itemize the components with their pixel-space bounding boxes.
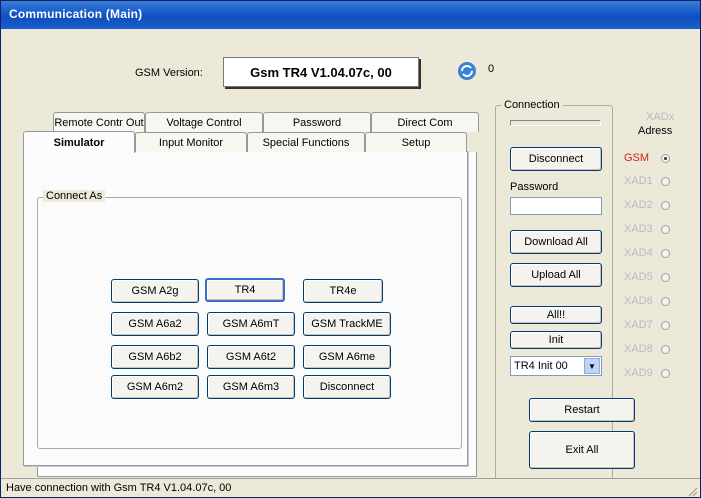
password-input[interactable] xyxy=(510,197,602,215)
gsm-a6b2-button[interactable]: GSM A6b2 xyxy=(111,345,199,369)
xad-label-xad9: XAD9 xyxy=(624,367,653,379)
title-bar[interactable]: Communication (Main) xyxy=(1,1,700,29)
tab-label: Direct Com xyxy=(397,116,453,129)
radio-xad5[interactable] xyxy=(661,273,670,282)
tab-remote-contr-out[interactable]: Remote Contr Out xyxy=(53,112,145,132)
tab-label: Remote Contr Out xyxy=(54,116,144,129)
connect-as-label: Connect As xyxy=(43,190,106,202)
gsm-a6t2-button[interactable]: GSM A6t2 xyxy=(207,345,295,369)
gsm-a6m3-button[interactable]: GSM A6m3 xyxy=(207,375,295,399)
radio-xad6[interactable] xyxy=(661,297,670,306)
tr4e-button[interactable]: TR4e xyxy=(303,279,383,303)
gsm-a6mt-button[interactable]: GSM A6mT xyxy=(207,312,295,336)
xad-label-xad6: XAD6 xyxy=(624,295,653,307)
gsm-a6me-button[interactable]: GSM A6me xyxy=(303,345,391,369)
refresh-icon[interactable] xyxy=(456,60,478,82)
radio-xad9[interactable] xyxy=(661,369,670,378)
gsm-a6a2-button[interactable]: GSM A6a2 xyxy=(111,312,199,336)
download-all-button[interactable]: Download All xyxy=(510,230,602,254)
tr4-button[interactable]: TR4 xyxy=(205,278,285,302)
radio-xad4[interactable] xyxy=(661,249,670,258)
radio-xad3[interactable] xyxy=(661,225,670,234)
tab-label: Input Monitor xyxy=(158,136,224,149)
xad-label-xad8: XAD8 xyxy=(624,343,653,355)
communication-window: Communication (Main) GSM Version: Gsm TR… xyxy=(0,0,701,498)
radio-xad2[interactable] xyxy=(661,201,670,210)
status-bar: Have connection with Gsm TR4 V1.04.07c, … xyxy=(1,478,700,497)
disconnect-button[interactable]: Disconnect xyxy=(510,147,602,171)
radio-xad7[interactable] xyxy=(661,321,670,330)
tab-label: Simulator xyxy=(53,136,105,149)
xad-label-xad2: XAD2 xyxy=(624,199,653,211)
init-select-value: TR4 Init 00 xyxy=(514,360,568,372)
xad-label-gsm: GSM xyxy=(624,152,650,164)
radio-xad1[interactable] xyxy=(661,177,670,186)
xad-label-xad4: XAD4 xyxy=(624,247,653,259)
tab-setup[interactable]: Setup xyxy=(365,132,467,152)
resize-grip-icon[interactable] xyxy=(686,485,698,497)
connection-progress-bar xyxy=(510,120,601,126)
upload-all-button[interactable]: Upload All xyxy=(510,263,602,287)
counter-value: 0 xyxy=(488,63,495,75)
tab-input-monitor[interactable]: Input Monitor xyxy=(135,132,247,152)
tab-direct-com[interactable]: Direct Com xyxy=(371,112,479,132)
gsm-a2g-button[interactable]: GSM A2g xyxy=(111,279,199,303)
xad-label-xad7: XAD7 xyxy=(624,319,653,331)
xadx-title: XADx xyxy=(646,111,675,123)
connection-label: Connection xyxy=(501,99,563,111)
tab-label: Special Functions xyxy=(262,136,350,149)
tab-password[interactable]: Password xyxy=(263,112,371,132)
gsm-version-label: GSM Version: xyxy=(135,67,203,79)
tab-special-functions[interactable]: Special Functions xyxy=(247,132,365,152)
xad-label-xad1: XAD1 xyxy=(624,175,653,187)
init-select[interactable]: TR4 Init 00 ▼ xyxy=(510,356,602,376)
window-title: Communication (Main) xyxy=(9,7,143,21)
radio-gsm[interactable] xyxy=(661,154,670,163)
xad-label-xad3: XAD3 xyxy=(624,223,653,235)
tab-label: Voltage Control xyxy=(166,116,242,129)
restart-button[interactable]: Restart xyxy=(529,398,635,422)
tab-simulator[interactable]: Simulator xyxy=(23,131,135,153)
gsm-version-value: Gsm TR4 V1.04.07c, 00 xyxy=(223,57,419,87)
chevron-down-icon: ▼ xyxy=(584,358,600,374)
gsm-trackme-button[interactable]: GSM TrackME xyxy=(303,312,391,336)
exit-all-button[interactable]: Exit All xyxy=(529,431,635,469)
tab-voltage-control[interactable]: Voltage Control xyxy=(145,112,263,132)
tab-label: Password xyxy=(292,116,342,129)
status-text: Have connection with Gsm TR4 V1.04.07c, … xyxy=(6,482,232,494)
all-button[interactable]: All!! xyxy=(510,306,602,324)
disconnect-simulator-button[interactable]: Disconnect xyxy=(303,375,391,399)
xad-label-xad5: XAD5 xyxy=(624,271,653,283)
password-label: Password xyxy=(510,181,559,193)
gsm-a6m2-button[interactable]: GSM A6m2 xyxy=(111,375,199,399)
radio-xad8[interactable] xyxy=(661,345,670,354)
init-button[interactable]: Init xyxy=(510,331,602,349)
xadx-subtitle: Adress xyxy=(638,125,673,137)
tab-label: Setup xyxy=(401,136,431,149)
